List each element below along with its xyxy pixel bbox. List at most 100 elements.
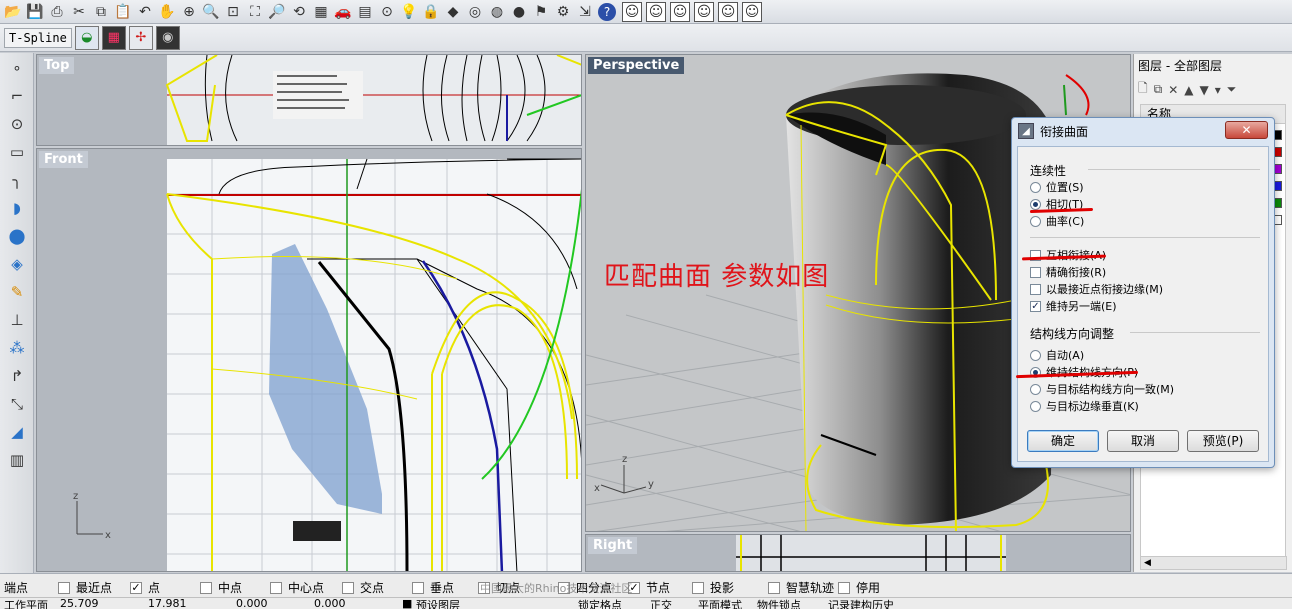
radio-button[interactable] xyxy=(1030,181,1041,193)
rectangle-icon[interactable]: ▭ xyxy=(4,139,30,165)
group-icon[interactable]: ⁂ xyxy=(4,335,30,361)
delete-layer-icon[interactable]: ✕ xyxy=(1168,83,1178,97)
status-history[interactable]: 记录建构历史 xyxy=(828,597,894,609)
preview-button[interactable]: 预览(P) xyxy=(1187,430,1259,452)
osnap-toggle[interactable]: ✓ 点 xyxy=(130,579,160,596)
tspline-grid-icon[interactable]: ▦ xyxy=(101,25,126,50)
continuity-option[interactable]: 曲率(C) xyxy=(1030,213,1084,229)
isocurve-option[interactable]: 与目标边缘垂直(K) xyxy=(1030,398,1139,414)
checkbox[interactable] xyxy=(1030,266,1041,278)
new-layer-icon[interactable]: 🗋 xyxy=(1138,79,1148,100)
light-icon[interactable]: 💡 xyxy=(398,1,420,23)
dialog-close-button[interactable]: ✕ xyxy=(1225,121,1268,139)
osnap-toggle[interactable]: 端点 xyxy=(4,579,28,596)
point-icon[interactable]: ∘ xyxy=(4,55,30,81)
radio-button[interactable] xyxy=(1030,349,1041,361)
save-icon[interactable]: 💾 xyxy=(24,1,46,23)
status-grid-snap[interactable]: 锁定格点 xyxy=(578,597,622,609)
gear-icon[interactable]: ⚙ xyxy=(552,1,574,23)
render-settings-icon[interactable]: ☺ xyxy=(670,1,690,22)
osnap-toggle[interactable]: 投影 xyxy=(692,579,734,596)
lock-icon[interactable]: 🔒 xyxy=(420,1,442,23)
viewport-right-label[interactable]: Right xyxy=(588,537,638,554)
continuity-option[interactable]: 位置(S) xyxy=(1030,179,1084,195)
transform-icon[interactable]: ⤡ xyxy=(4,391,30,417)
curve-icon[interactable]: ╮ xyxy=(4,167,30,193)
move-down-icon[interactable]: ▼ xyxy=(1200,83,1209,97)
transform-icon[interactable]: ⇲ xyxy=(574,1,596,23)
render-preview-icon[interactable]: ☺ xyxy=(622,1,642,22)
checkbox[interactable] xyxy=(1030,283,1041,295)
car-icon[interactable]: 🚗 xyxy=(332,1,354,23)
print-icon[interactable]: ⎙ xyxy=(46,1,68,23)
viewport-front[interactable]: Front z x xyxy=(36,148,582,572)
zoom-extents-icon[interactable]: ⛶ xyxy=(244,1,266,23)
grid-icon[interactable]: ▦ xyxy=(310,1,332,23)
rotate-icon[interactable]: ⟲ xyxy=(288,1,310,23)
osnap-checkbox[interactable] xyxy=(768,581,780,594)
radio-button[interactable] xyxy=(1030,198,1041,210)
radio-button[interactable] xyxy=(1030,400,1041,412)
osnap-checkbox[interactable] xyxy=(58,581,70,594)
render-icon[interactable]: ▥ xyxy=(4,447,30,473)
tspline-axes-icon[interactable]: ✢ xyxy=(128,25,153,50)
isocurve-option[interactable]: 自动(A) xyxy=(1030,347,1084,363)
osnap-checkbox[interactable] xyxy=(342,581,354,594)
isocurve-option[interactable]: 与目标结构线方向一致(M) xyxy=(1030,381,1174,397)
osnap-toggle[interactable]: 停用 xyxy=(838,579,880,596)
new-sublayer-icon[interactable]: ⧉ xyxy=(1154,82,1163,97)
status-layer-swatch[interactable]: ■ xyxy=(402,597,412,609)
document2-icon[interactable]: ☺ xyxy=(718,1,738,22)
ok-button[interactable]: 确定 xyxy=(1027,430,1099,452)
osnap-toggle[interactable]: 最近点 xyxy=(58,579,112,596)
osnap-checkbox[interactable] xyxy=(838,581,850,594)
osnap-checkbox[interactable] xyxy=(200,581,212,594)
page-icon[interactable]: ☺ xyxy=(742,1,762,22)
match-option-checkbox[interactable]: 精确衔接(R) xyxy=(1030,264,1106,280)
open-icon[interactable]: 📂 xyxy=(2,1,24,23)
cancel-button[interactable]: 取消 xyxy=(1107,430,1179,452)
filter-icon[interactable]: ⏷ xyxy=(1227,82,1237,97)
layout-icon[interactable]: ▤ xyxy=(354,1,376,23)
status-ortho[interactable]: 正交 xyxy=(650,597,672,609)
undo-icon[interactable]: ↶ xyxy=(134,1,156,23)
osnap-toggle[interactable]: 中点 xyxy=(200,579,242,596)
status-planar[interactable]: 平面模式 xyxy=(698,597,742,609)
viewport-perspective-label[interactable]: Perspective xyxy=(588,57,685,74)
osnap-toggle[interactable]: 中心点 xyxy=(270,579,324,596)
surface-icon[interactable]: ◗ xyxy=(4,195,30,221)
layers-hscroll[interactable]: ◀ xyxy=(1140,556,1287,570)
document-icon[interactable]: ☺ xyxy=(694,1,714,22)
radio-button[interactable] xyxy=(1030,215,1041,227)
color-wheel-icon[interactable]: ◎ xyxy=(464,1,486,23)
osnap-toggle[interactable]: 智慧轨迹 xyxy=(768,579,834,596)
viewport-front-label[interactable]: Front xyxy=(39,151,88,168)
osnap-toggle[interactable]: 垂点 xyxy=(412,579,454,596)
rotate-view-icon[interactable]: ⊕ xyxy=(178,1,200,23)
match-option-checkbox[interactable]: 以最接近点衔接边缘(M) xyxy=(1030,281,1163,297)
polyline-icon[interactable]: ⌐ xyxy=(4,83,30,109)
status-osnap[interactable]: 物件锁点 xyxy=(757,597,801,609)
status-layer[interactable]: 预设图层 xyxy=(416,597,460,609)
paste-icon[interactable]: 📋 xyxy=(112,1,134,23)
match-option-checkbox[interactable]: ✓ 维持另一端(E) xyxy=(1030,298,1117,314)
zoom-window-icon[interactable]: ⊡ xyxy=(222,1,244,23)
snap-icon[interactable]: ⊙ xyxy=(376,1,398,23)
tspline-sphere-icon[interactable]: ◉ xyxy=(155,25,180,50)
analyze-icon[interactable]: ◢ xyxy=(4,419,30,445)
render-icon[interactable]: ☺ xyxy=(646,1,666,22)
osnap-checkbox[interactable] xyxy=(692,581,704,594)
sphere-wire-icon[interactable]: ◍ xyxy=(486,1,508,23)
osnap-checkbox[interactable] xyxy=(270,581,282,594)
mesh-icon[interactable]: ◈ xyxy=(4,251,30,277)
sphere-render-icon[interactable]: ● xyxy=(508,1,530,23)
tspline-label[interactable]: T-Spline xyxy=(4,27,72,48)
osnap-checkbox[interactable]: ✓ xyxy=(130,581,142,594)
checkbox[interactable]: ✓ xyxy=(1030,300,1041,312)
copy-icon[interactable]: ⧉ xyxy=(90,1,112,23)
viewport-right[interactable]: Right xyxy=(585,534,1131,572)
help-icon[interactable]: ? xyxy=(598,2,616,21)
viewport-top-label[interactable]: Top xyxy=(39,57,75,74)
pan-icon[interactable]: ✋ xyxy=(156,1,178,23)
cut-icon[interactable]: ✂ xyxy=(68,1,90,23)
